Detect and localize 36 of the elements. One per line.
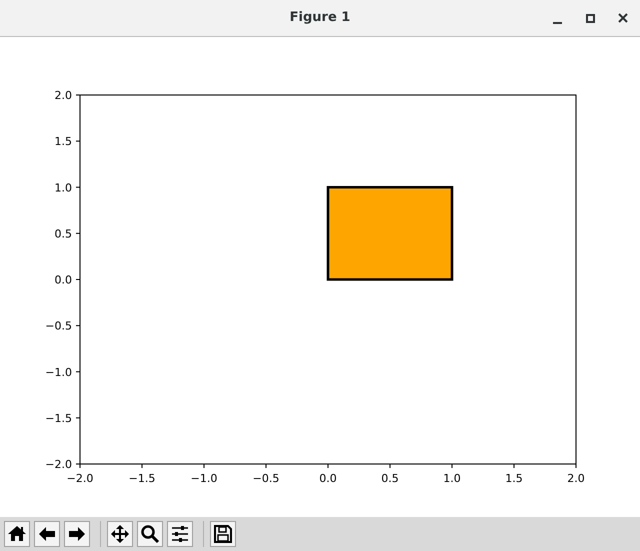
save-button[interactable] (210, 521, 236, 547)
y-tick-label: −1.5 (45, 412, 72, 425)
y-tick-label: 1.5 (54, 135, 72, 148)
close-icon (618, 13, 628, 23)
y-tick-label: 1.0 (54, 181, 72, 194)
x-tick-label: 1.0 (443, 472, 461, 485)
minimize-icon (552, 22, 562, 25)
pan-button[interactable] (107, 521, 133, 547)
move-icon (110, 524, 130, 544)
x-tick-label: −0.5 (252, 472, 280, 485)
x-tick-label: −1.0 (190, 472, 218, 485)
home-button[interactable] (4, 521, 30, 547)
zoom-button[interactable] (137, 521, 163, 547)
y-tick-label: 0.5 (54, 227, 72, 240)
home-icon (7, 524, 27, 544)
x-tick-label: 1.5 (505, 472, 523, 485)
x-tick-label: 0.5 (381, 472, 399, 485)
y-tick-label: −1.0 (45, 366, 72, 379)
x-tick-label: 2.0 (567, 472, 585, 485)
x-tick-label: 0.0 (319, 472, 337, 485)
maximize-icon (586, 14, 594, 22)
forward-button[interactable] (64, 521, 90, 547)
configure-button[interactable] (167, 521, 193, 547)
x-tick-label: −2.0 (66, 472, 94, 485)
window-title: Figure 1 (290, 9, 350, 28)
y-tick-label: −2.0 (45, 458, 72, 471)
close-button[interactable] (616, 11, 630, 25)
sliders-icon (170, 524, 190, 544)
y-tick-label: 2.0 (54, 89, 72, 102)
search-icon (140, 524, 160, 544)
y-tick-label: 0.0 (54, 274, 72, 286)
x-tick-label: −1.5 (128, 472, 156, 485)
maximize-button[interactable] (583, 11, 597, 25)
y-tick-label: −0.5 (45, 320, 72, 333)
right-arrow-icon (67, 524, 87, 544)
back-button[interactable] (34, 521, 60, 547)
